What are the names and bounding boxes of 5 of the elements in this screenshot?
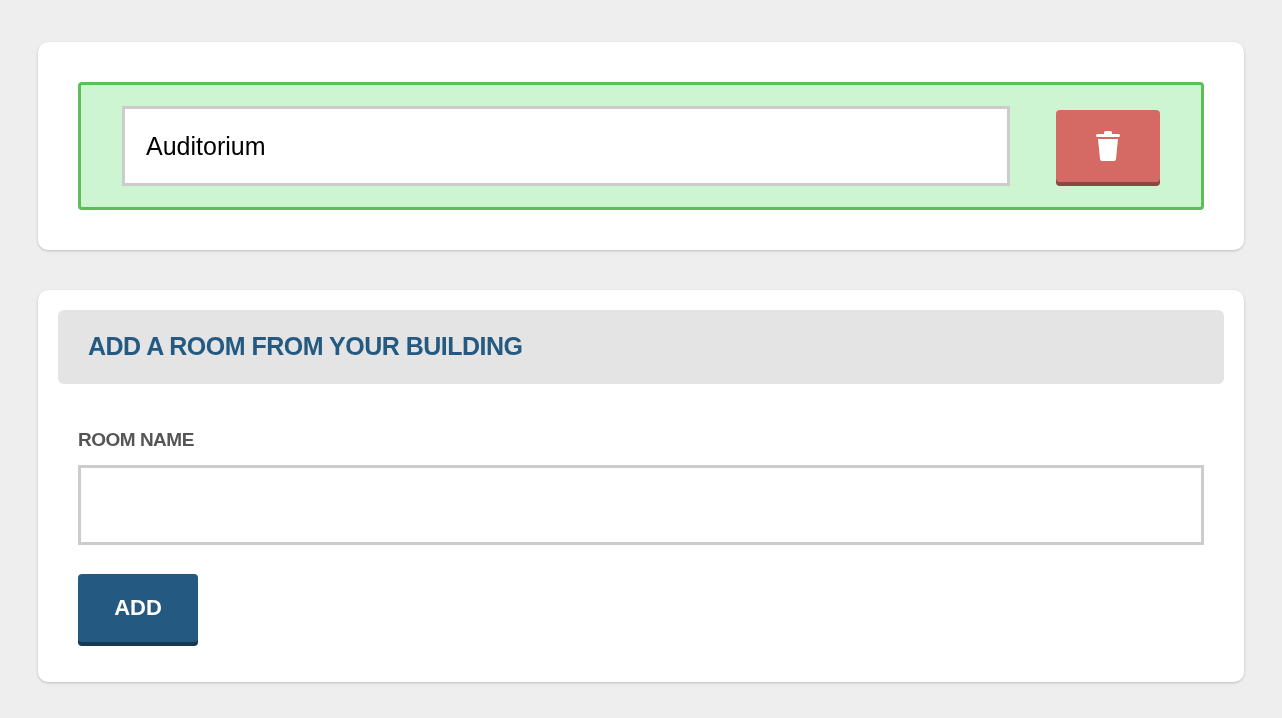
room-name-field[interactable]: Auditorium <box>122 106 1010 186</box>
room-name-input[interactable] <box>78 464 1204 545</box>
section-title: ADD A ROOM FROM YOUR BUILDING <box>88 331 523 363</box>
trash-icon <box>1096 131 1120 161</box>
room-name-label: ROOM NAME <box>78 428 195 452</box>
